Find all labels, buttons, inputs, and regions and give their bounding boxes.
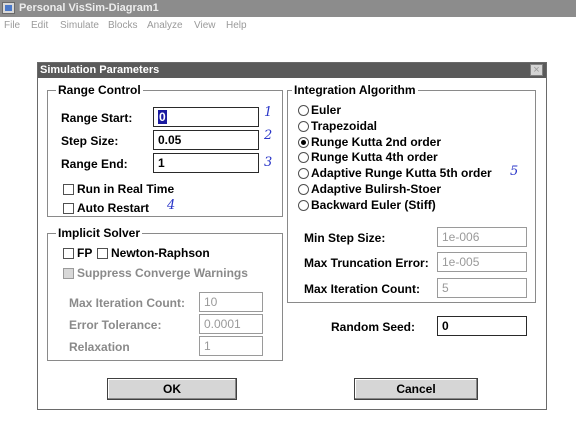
radio-trapezoidal-label: Trapezoidal [311, 119, 378, 133]
radio-adaptive-bulirsh-stoer[interactable] [298, 184, 309, 195]
radio-backward-euler-label: Backward Euler (Stiff) [311, 198, 436, 212]
min-step-size-input[interactable]: 1e-006 [437, 227, 527, 247]
range-control-legend: Range Control [56, 83, 143, 97]
solver-max-iteration-label: Max Iteration Count: [69, 296, 185, 310]
radio-runge-kutta-4[interactable] [298, 152, 309, 163]
integration-algorithm-legend: Integration Algorithm [292, 83, 418, 97]
menu-file[interactable]: File [4, 20, 20, 31]
auto-restart-checkbox[interactable] [63, 203, 74, 214]
suppress-warnings-checkbox[interactable] [63, 268, 74, 279]
menu-blocks[interactable]: Blocks [108, 20, 137, 31]
radio-adaptive-bulirsh-stoer-label: Adaptive Bulirsh-Stoer [311, 182, 442, 196]
step-size-input[interactable]: 0.05 [153, 130, 259, 150]
radio-runge-kutta-2[interactable] [298, 137, 309, 148]
range-start-value: 0 [158, 110, 167, 124]
menu-edit[interactable]: Edit [31, 20, 48, 31]
step-size-label: Step Size: [61, 134, 119, 148]
radio-trapezoidal[interactable] [298, 121, 309, 132]
radio-adaptive-runge-kutta-5-label: Adaptive Runge Kutta 5th order [311, 166, 492, 180]
integration-max-iteration-label: Max Iteration Count: [304, 282, 420, 296]
relaxation-input[interactable]: 1 [199, 336, 263, 356]
radio-adaptive-runge-kutta-5[interactable] [298, 168, 309, 179]
newton-raphson-label: Newton-Raphson [111, 246, 210, 260]
auto-restart-label: Auto Restart [77, 201, 150, 215]
run-real-time-checkbox[interactable] [63, 184, 74, 195]
solver-max-iteration-input[interactable]: 10 [199, 292, 263, 312]
error-tolerance-label: Error Tolerance: [69, 318, 162, 332]
newton-raphson-checkbox[interactable] [97, 248, 108, 259]
radio-runge-kutta-2-label: Runge Kutta 2nd order [311, 135, 442, 149]
dialog-title: Simulation Parameters [40, 64, 160, 76]
implicit-solver-legend: Implicit Solver [56, 226, 143, 240]
annotation-1: 1 [264, 105, 273, 120]
radio-backward-euler[interactable] [298, 200, 309, 211]
random-seed-input[interactable]: 0 [437, 316, 527, 336]
annotation-3: 3 [264, 155, 273, 170]
ok-button[interactable]: OK [107, 378, 237, 400]
annotation-4: 4 [167, 198, 176, 213]
suppress-warnings-label: Suppress Converge Warnings [77, 266, 248, 280]
radio-runge-kutta-4-label: Runge Kutta 4th order [311, 150, 438, 164]
range-end-label: Range End: [61, 157, 128, 171]
range-start-label: Range Start: [61, 111, 133, 125]
random-seed-label: Random Seed: [331, 320, 416, 334]
max-truncation-error-label: Max Truncation Error: [304, 256, 429, 270]
range-start-input[interactable]: 0 [153, 107, 259, 127]
close-icon[interactable]: × [530, 64, 543, 76]
annotation-2: 2 [264, 128, 273, 143]
fp-checkbox[interactable] [63, 248, 74, 259]
min-step-size-label: Min Step Size: [304, 231, 386, 245]
window-title: Personal VisSim-Diagram1 [19, 2, 159, 14]
radio-euler-label: Euler [311, 103, 342, 117]
integration-max-iteration-input[interactable]: 5 [437, 278, 527, 298]
range-end-input[interactable]: 1 [153, 153, 259, 173]
menu-bar: File Edit Simulate Blocks Analyze View H… [0, 17, 576, 36]
annotation-5: 5 [510, 164, 519, 179]
run-real-time-label: Run in Real Time [77, 182, 175, 196]
menu-analyze[interactable]: Analyze [147, 20, 183, 31]
menu-simulate[interactable]: Simulate [60, 20, 99, 31]
max-truncation-error-input[interactable]: 1e-005 [437, 252, 527, 272]
menu-help[interactable]: Help [226, 20, 247, 31]
menu-view[interactable]: View [194, 20, 216, 31]
error-tolerance-input[interactable]: 0.0001 [199, 314, 263, 334]
relaxation-label: Relaxation [69, 340, 130, 354]
cancel-button[interactable]: Cancel [354, 378, 478, 400]
fp-label: FP [77, 246, 93, 260]
radio-euler[interactable] [298, 105, 309, 116]
app-icon[interactable] [2, 2, 15, 14]
